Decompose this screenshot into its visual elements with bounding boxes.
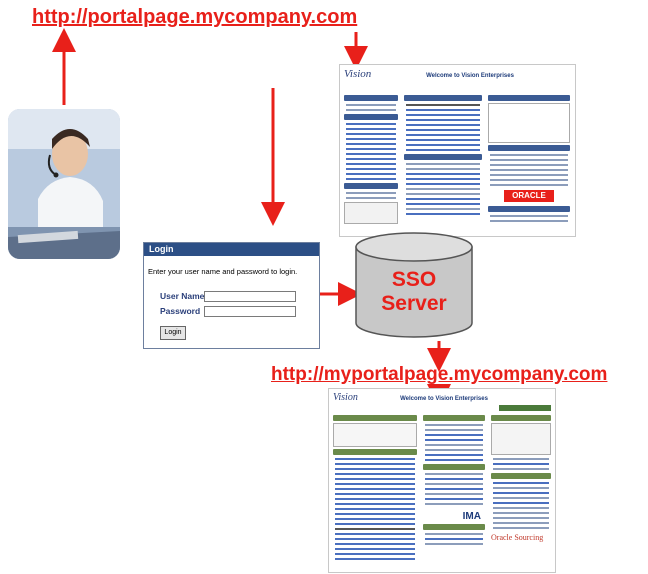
login-button[interactable]: Login bbox=[160, 326, 186, 340]
vision-logo-bottom: Vision bbox=[333, 392, 358, 403]
ima-logo: IMA bbox=[462, 511, 481, 522]
portal-page-screenshot-top: Vision Welcome to Vision Enterprises ORA… bbox=[339, 64, 576, 237]
sso-label-line2: Server bbox=[381, 292, 447, 315]
username-input[interactable] bbox=[204, 291, 296, 302]
login-dialog: Login Enter your user name and password … bbox=[143, 242, 320, 349]
login-title: Login bbox=[144, 243, 319, 256]
oracle-sourcing-logo: Oracle Sourcing bbox=[491, 533, 544, 542]
top-portal-title: Welcome to Vision Enterprises bbox=[426, 73, 514, 79]
login-prompt: Enter your user name and password to log… bbox=[148, 267, 298, 276]
oracle-logo: ORACLE bbox=[504, 190, 554, 202]
bottom-portal-title: Welcome to Vision Enterprises bbox=[400, 396, 488, 402]
sso-server-cylinder: SSO Server bbox=[352, 231, 476, 341]
sso-label-line1: SSO bbox=[391, 268, 437, 291]
password-label: Password bbox=[160, 306, 201, 316]
password-input[interactable] bbox=[204, 306, 296, 317]
vision-logo: Vision bbox=[344, 68, 372, 80]
username-label: User Name bbox=[160, 291, 205, 301]
user-headset-photo bbox=[8, 109, 120, 259]
portal-page-screenshot-bottom: Vision Welcome to Vision Enterprises IMA… bbox=[328, 388, 556, 573]
